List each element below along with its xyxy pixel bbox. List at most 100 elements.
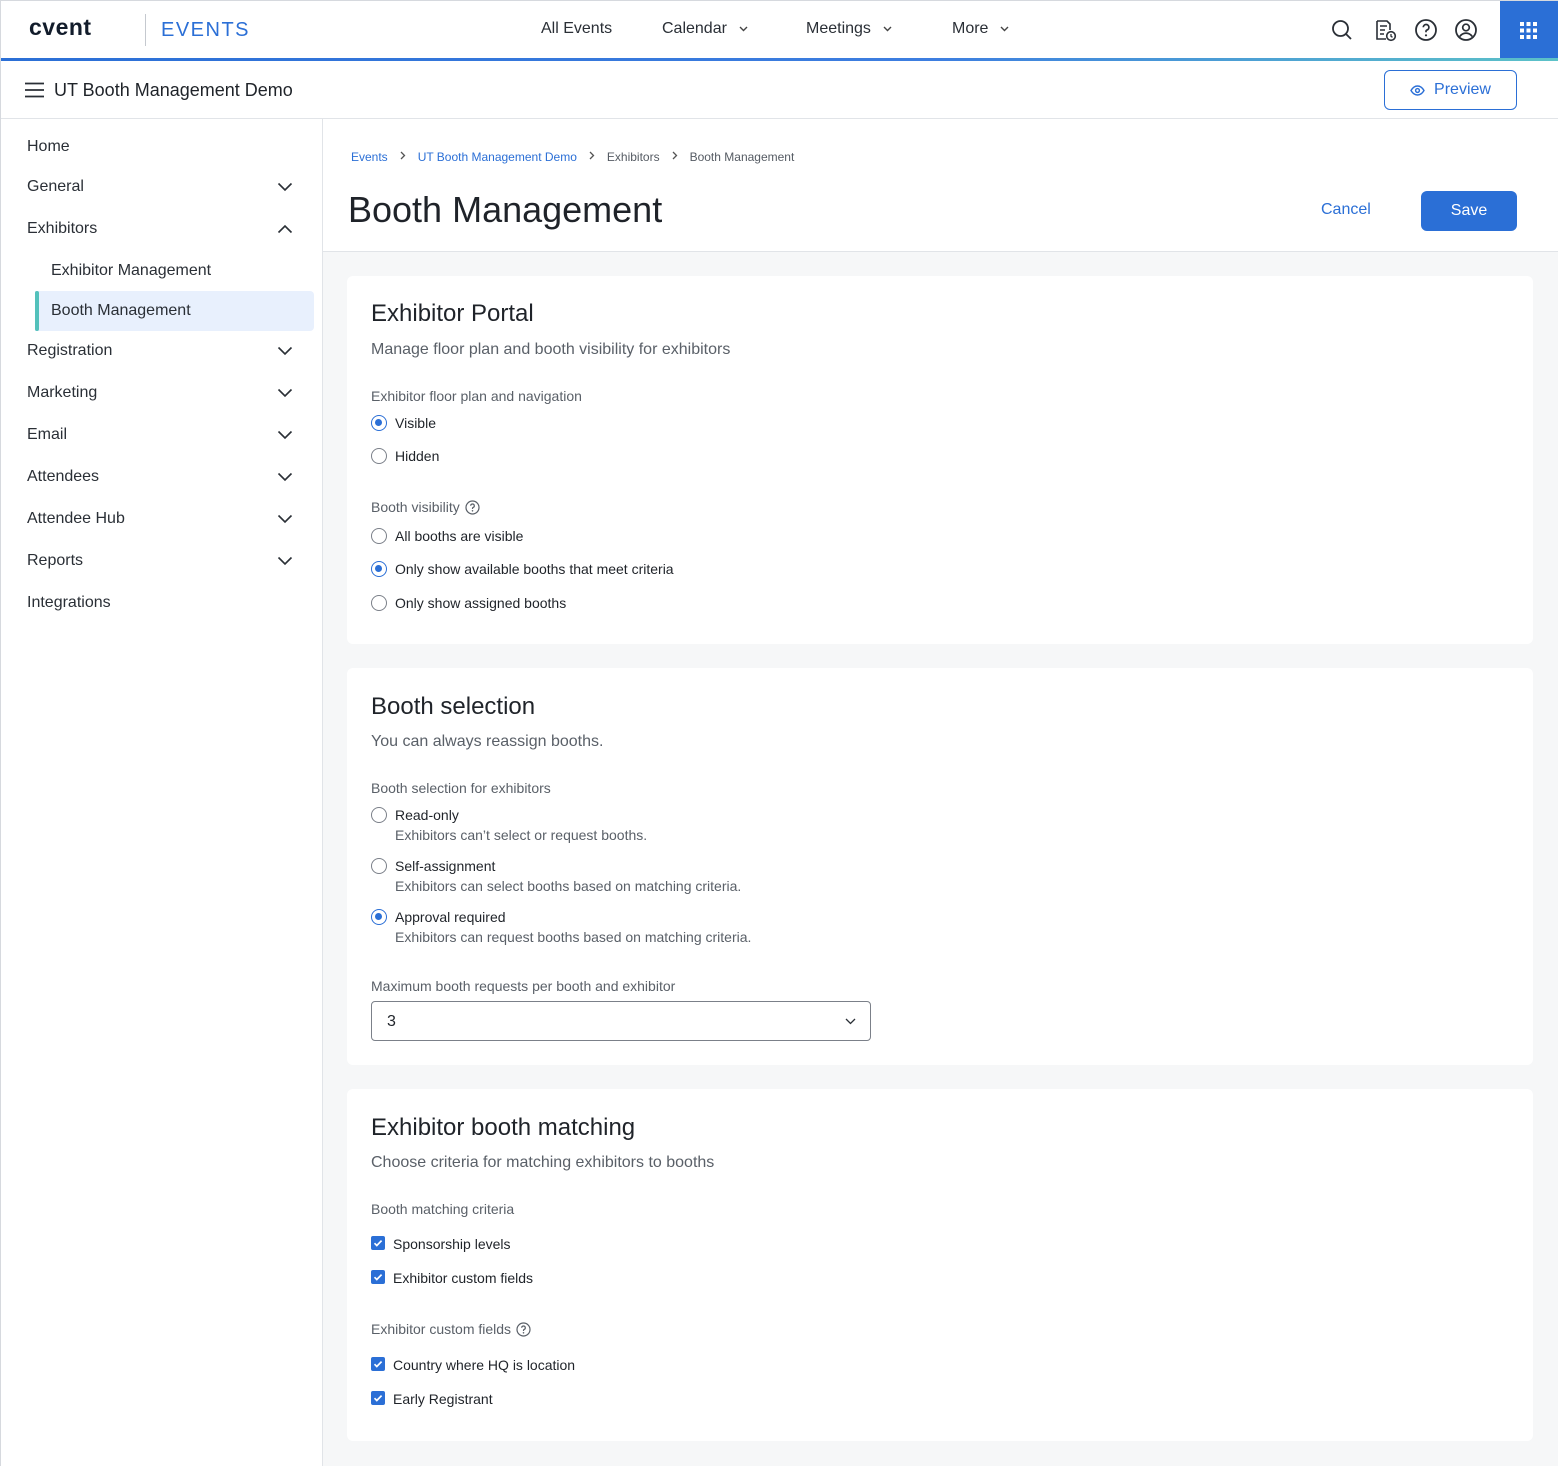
sidebar-item-attendees[interactable]: Attendees bbox=[27, 468, 99, 486]
radio-selected[interactable] bbox=[371, 561, 387, 577]
sidebar: Home General Exhibitors Exhibitor Manage… bbox=[1, 119, 323, 1466]
event-schedule-icon[interactable] bbox=[1373, 18, 1397, 42]
select-value: 3 bbox=[387, 1013, 396, 1030]
breadcrumb-exhibitors[interactable]: Exhibitors bbox=[607, 150, 660, 164]
sidebar-item-home[interactable]: Home bbox=[27, 138, 70, 156]
criteria-sponsorship-checkbox[interactable]: Sponsorship levels bbox=[371, 1236, 511, 1252]
chevron-down-icon[interactable] bbox=[277, 514, 293, 524]
nav-calendar-label: Calendar bbox=[662, 20, 727, 37]
radio-unselected[interactable] bbox=[371, 807, 387, 823]
sidebar-item-attendee-hub[interactable]: Attendee Hub bbox=[27, 510, 125, 528]
product-name[interactable]: EVENTS bbox=[161, 19, 250, 42]
help-icon[interactable] bbox=[1414, 18, 1438, 42]
sidebar-item-reports[interactable]: Reports bbox=[27, 552, 83, 570]
nav-calendar[interactable]: Calendar bbox=[662, 20, 748, 38]
custom-fields-label: Exhibitor custom fields bbox=[371, 1321, 531, 1337]
top-bar: cvent EVENTS All Events Calendar Meeting… bbox=[1, 1, 1558, 61]
option-label: Read-only bbox=[395, 807, 459, 823]
checkbox-checked[interactable] bbox=[371, 1270, 385, 1284]
preview-button[interactable]: Preview bbox=[1384, 70, 1517, 110]
section-title: Exhibitor Portal bbox=[371, 300, 534, 327]
sidebar-item-exhibitors[interactable]: Exhibitors bbox=[27, 220, 97, 238]
criteria-custom-fields-checkbox[interactable]: Exhibitor custom fields bbox=[371, 1270, 533, 1286]
preview-label: Preview bbox=[1434, 81, 1491, 98]
chevron-down-icon[interactable] bbox=[277, 388, 293, 398]
nav-meetings-label: Meetings bbox=[806, 20, 871, 37]
radio-selected[interactable] bbox=[371, 415, 387, 431]
breadcrumb-event[interactable]: UT Booth Management Demo bbox=[418, 150, 577, 164]
chevron-down-icon[interactable] bbox=[277, 472, 293, 482]
radio-unselected[interactable] bbox=[371, 528, 387, 544]
option-label: All booths are visible bbox=[395, 528, 524, 544]
hamburger-menu-icon[interactable] bbox=[25, 82, 44, 98]
breadcrumb-current: Booth Management bbox=[689, 150, 795, 164]
section-subtitle: Manage floor plan and booth visibility f… bbox=[371, 341, 731, 358]
app-grid-icon[interactable] bbox=[1500, 1, 1558, 59]
chevron-down-icon bbox=[1000, 23, 1009, 35]
booth-visibility-label-text: Booth visibility bbox=[371, 499, 460, 515]
option-description: Exhibitors can select booths based on ma… bbox=[395, 878, 742, 894]
section-title: Booth selection bbox=[371, 693, 536, 720]
option-label: Only show available booths that meet cri… bbox=[395, 561, 674, 577]
checkbox-checked[interactable] bbox=[371, 1357, 385, 1371]
chevron-down-icon[interactable] bbox=[277, 556, 293, 566]
max-requests-label: Maximum booth requests per booth and exh… bbox=[371, 978, 676, 994]
option-label: Approval required bbox=[395, 909, 506, 925]
checkbox-checked[interactable] bbox=[371, 1391, 385, 1405]
logo-divider bbox=[145, 14, 146, 46]
sidebar-item-booth-management[interactable]: Booth Management bbox=[51, 302, 191, 320]
breadcrumb-events[interactable]: Events bbox=[351, 150, 388, 164]
radio-unselected[interactable] bbox=[371, 858, 387, 874]
radio-unselected[interactable] bbox=[371, 448, 387, 464]
floorplan-hidden-radio[interactable]: Hidden bbox=[371, 448, 439, 464]
sidebar-item-general[interactable]: General bbox=[27, 178, 84, 196]
nav-meetings[interactable]: Meetings bbox=[806, 20, 892, 38]
visibility-all-radio[interactable]: All booths are visible bbox=[371, 528, 523, 544]
sidebar-item-integrations[interactable]: Integrations bbox=[27, 594, 111, 612]
option-label: Visible bbox=[395, 415, 436, 431]
selection-readonly-radio[interactable]: Read-only Exhibitors can’t select or req… bbox=[371, 807, 647, 843]
event-title: UT Booth Management Demo bbox=[54, 80, 293, 100]
breadcrumb: Events UT Booth Management Demo Exhibito… bbox=[351, 150, 794, 164]
sidebar-item-registration[interactable]: Registration bbox=[27, 342, 112, 360]
nav-all-events[interactable]: All Events bbox=[541, 20, 612, 38]
cvent-logo[interactable]: cvent bbox=[29, 14, 92, 41]
sidebar-item-exhibitor-management[interactable]: Exhibitor Management bbox=[51, 262, 211, 280]
booth-selection-card: Booth selection You can always reassign … bbox=[347, 668, 1533, 1065]
option-label: Early Registrant bbox=[393, 1391, 493, 1407]
max-requests-select[interactable]: 3 bbox=[371, 1001, 871, 1041]
field-early-registrant-checkbox[interactable]: Early Registrant bbox=[371, 1391, 493, 1407]
user-account-icon[interactable] bbox=[1454, 18, 1478, 42]
visibility-assigned-radio[interactable]: Only show assigned booths bbox=[371, 595, 566, 611]
option-label: Only show assigned booths bbox=[395, 595, 567, 611]
help-circle-icon[interactable] bbox=[516, 1321, 531, 1337]
chevron-right-icon bbox=[589, 151, 595, 163]
radio-selected[interactable] bbox=[371, 909, 387, 925]
chevron-down-icon[interactable] bbox=[277, 430, 293, 440]
chevron-up-icon[interactable] bbox=[277, 224, 293, 234]
nav-more[interactable]: More bbox=[952, 20, 1009, 38]
checkbox-checked[interactable] bbox=[371, 1236, 385, 1250]
section-subtitle: Choose criteria for matching exhibitors … bbox=[371, 1154, 715, 1171]
nav-more-label: More bbox=[952, 20, 989, 37]
chevron-right-icon bbox=[400, 151, 406, 163]
event-header: UT Booth Management Demo Preview bbox=[1, 61, 1558, 119]
chevron-down-icon[interactable] bbox=[277, 346, 293, 356]
option-description: Exhibitors can request booths based on m… bbox=[395, 929, 752, 945]
search-icon[interactable] bbox=[1330, 18, 1354, 42]
floorplan-visible-radio[interactable]: Visible bbox=[371, 415, 436, 431]
chevron-down-icon[interactable] bbox=[277, 182, 293, 192]
booth-matching-card: Exhibitor booth matching Choose criteria… bbox=[347, 1089, 1533, 1441]
help-circle-icon[interactable] bbox=[465, 499, 480, 515]
selection-self-assignment-radio[interactable]: Self-assignment Exhibitors can select bo… bbox=[371, 858, 741, 894]
save-button[interactable]: Save bbox=[1421, 191, 1517, 231]
main-content: Events UT Booth Management Demo Exhibito… bbox=[323, 119, 1558, 1466]
sidebar-item-marketing[interactable]: Marketing bbox=[27, 384, 97, 402]
visibility-available-radio[interactable]: Only show available booths that meet cri… bbox=[371, 561, 674, 577]
field-country-checkbox[interactable]: Country where HQ is location bbox=[371, 1357, 575, 1373]
section-title: Exhibitor booth matching bbox=[371, 1114, 636, 1141]
sidebar-item-email[interactable]: Email bbox=[27, 426, 67, 444]
cancel-button[interactable]: Cancel bbox=[1321, 201, 1371, 219]
selection-approval-radio[interactable]: Approval required Exhibitors can request… bbox=[371, 909, 751, 945]
radio-unselected[interactable] bbox=[371, 595, 387, 611]
